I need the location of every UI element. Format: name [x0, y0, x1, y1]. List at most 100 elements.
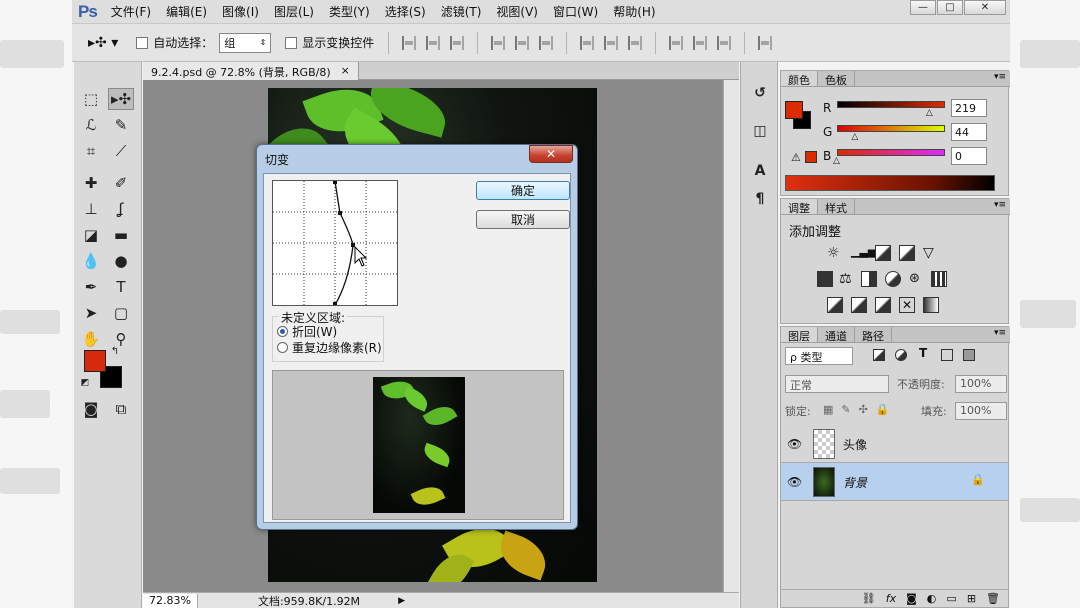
- document-tab[interactable]: 9.2.4.psd @ 72.8% (背景, RGB/8) ×: [143, 62, 359, 80]
- gamut-color-swatch[interactable]: [805, 151, 817, 163]
- dialog-close-button[interactable]: ✕: [529, 145, 573, 163]
- dodge-tool-icon[interactable]: ●: [108, 250, 134, 272]
- b-slider[interactable]: [837, 149, 945, 156]
- distribute-bottom-icon[interactable]: [628, 35, 643, 50]
- visibility-eye-icon[interactable]: 👁: [787, 475, 802, 489]
- align-right-icon[interactable]: [539, 35, 554, 50]
- cancel-button[interactable]: 取消: [476, 210, 570, 229]
- eyedropper-tool-icon[interactable]: ⟋: [108, 140, 134, 162]
- wrap-around-radio[interactable]: [277, 326, 288, 337]
- menu-select[interactable]: 选择(S): [385, 3, 426, 20]
- menu-image[interactable]: 图像(I): [222, 3, 259, 20]
- lasso-tool-icon[interactable]: ℒ: [78, 114, 104, 136]
- screen-mode-icon[interactable]: ⧉: [108, 398, 134, 420]
- filter-smart-object-icon[interactable]: [963, 349, 975, 361]
- layer-name[interactable]: 背景: [843, 474, 867, 491]
- invert-icon[interactable]: [827, 297, 843, 313]
- fill-input[interactable]: 100%: [955, 402, 1007, 420]
- menu-view[interactable]: 视图(V): [496, 3, 538, 20]
- color-lookup-icon[interactable]: [931, 271, 947, 287]
- default-colors-icon[interactable]: ◩: [78, 376, 92, 390]
- brush-tool-icon[interactable]: ✐: [108, 172, 134, 194]
- curves-icon[interactable]: [875, 245, 891, 261]
- path-select-tool-icon[interactable]: ➤: [78, 302, 104, 324]
- blend-mode-select[interactable]: 正常: [785, 375, 889, 393]
- opacity-input[interactable]: 100%: [955, 375, 1007, 393]
- brightness-icon[interactable]: ☼: [827, 245, 843, 261]
- g-slider[interactable]: [837, 125, 945, 132]
- align-top-icon[interactable]: [402, 35, 417, 50]
- foreground-color-swatch[interactable]: [84, 350, 106, 372]
- new-layer-icon[interactable]: ⊞: [967, 592, 976, 605]
- panel-menu-icon[interactable]: ▾≡: [994, 72, 1006, 82]
- folder-icon[interactable]: ▭: [946, 592, 956, 605]
- maximize-button[interactable]: □: [937, 0, 963, 15]
- close-tab-icon[interactable]: ×: [341, 64, 350, 78]
- tab-swatches[interactable]: 色板: [818, 71, 855, 87]
- tab-layers[interactable]: 图层: [781, 327, 818, 343]
- repeat-edge-radio[interactable]: [277, 342, 288, 353]
- distribute-hcenter-icon[interactable]: [693, 35, 708, 50]
- healing-brush-tool-icon[interactable]: ✚: [78, 172, 104, 194]
- filter-pixel-icon[interactable]: [873, 349, 885, 361]
- quick-select-tool-icon[interactable]: ✎: [108, 114, 134, 136]
- r-slider-thumb[interactable]: △: [926, 108, 933, 118]
- status-menu-arrow[interactable]: ▶: [398, 596, 405, 606]
- gradient-tool-icon[interactable]: ▬: [108, 224, 134, 246]
- posterize-icon[interactable]: [851, 297, 867, 313]
- zoom-level[interactable]: 72.83%: [143, 593, 198, 608]
- layer-filter-select[interactable]: ρ 类型: [785, 347, 853, 365]
- mask-icon[interactable]: ◙: [906, 592, 917, 605]
- selective-color-icon[interactable]: ✕: [899, 297, 915, 313]
- filter-type-icon[interactable]: T: [919, 346, 927, 360]
- quick-mask-icon[interactable]: ◙: [78, 398, 104, 420]
- fx-icon[interactable]: fx: [886, 592, 896, 605]
- show-transform-checkbox[interactable]: [285, 36, 298, 49]
- gradient-map-icon[interactable]: [923, 297, 939, 313]
- crop-tool-icon[interactable]: ⌗: [78, 140, 104, 162]
- levels-icon[interactable]: ▁▃▅: [851, 245, 876, 261]
- history-icon[interactable]: ↺: [749, 82, 771, 104]
- menu-window[interactable]: 窗口(W): [553, 3, 598, 20]
- wrap-around-option[interactable]: 折回(W): [277, 323, 337, 340]
- vibrance-icon[interactable]: ▽: [923, 245, 939, 261]
- b-slider-thumb[interactable]: △: [833, 156, 840, 166]
- trash-icon[interactable]: 🗑: [986, 592, 1000, 605]
- visibility-eye-icon[interactable]: 👁: [787, 437, 802, 451]
- menu-edit[interactable]: 编辑(E): [166, 3, 207, 20]
- repeat-edge-option[interactable]: 重复边缘像素(R): [277, 339, 382, 356]
- g-value-input[interactable]: 44: [951, 123, 987, 141]
- minimize-button[interactable]: —: [910, 0, 936, 15]
- properties-icon[interactable]: ◫: [749, 120, 771, 142]
- tab-paths[interactable]: 路径: [855, 327, 892, 343]
- color-balance-icon[interactable]: ⚖: [839, 271, 855, 287]
- move-tool-icon[interactable]: ▸✣: [108, 88, 134, 110]
- tab-adjustments[interactable]: 调整: [781, 199, 818, 215]
- shear-curve[interactable]: [273, 180, 397, 306]
- b-value-input[interactable]: 0: [951, 147, 987, 165]
- layer-name[interactable]: 头像: [843, 436, 867, 453]
- threshold-icon[interactable]: [875, 297, 891, 313]
- tab-channels[interactable]: 通道: [818, 327, 855, 343]
- ok-button[interactable]: 确定: [476, 181, 570, 200]
- shape-tool-icon[interactable]: ▢: [108, 302, 134, 324]
- layer-row[interactable]: 👁 头像: [781, 425, 1008, 463]
- distribute-vcenter-icon[interactable]: [604, 35, 619, 50]
- filter-shape-icon[interactable]: [941, 349, 953, 361]
- adjustment-icon[interactable]: ◐: [927, 592, 937, 605]
- tab-styles[interactable]: 样式: [818, 199, 855, 215]
- distribute-top-icon[interactable]: [580, 35, 595, 50]
- type-tool-icon[interactable]: T: [108, 276, 134, 298]
- r-slider[interactable]: [837, 101, 945, 108]
- marquee-tool-icon[interactable]: ⬚: [78, 88, 104, 110]
- menu-type[interactable]: 类型(Y): [329, 3, 370, 20]
- photo-filter-icon[interactable]: [885, 271, 901, 287]
- hue-saturation-icon[interactable]: [817, 271, 833, 287]
- hand-tool-icon[interactable]: ✋: [78, 328, 104, 350]
- lock-icons[interactable]: ▦✎✣🔒: [823, 403, 898, 416]
- shear-curve-grid[interactable]: [272, 180, 398, 306]
- clone-stamp-tool-icon[interactable]: ⊥: [78, 198, 104, 220]
- menu-layer[interactable]: 图层(L): [274, 3, 314, 20]
- move-tool-icon[interactable]: ▸✣ ▾: [88, 35, 118, 51]
- color-foreground-swatch[interactable]: [785, 101, 803, 119]
